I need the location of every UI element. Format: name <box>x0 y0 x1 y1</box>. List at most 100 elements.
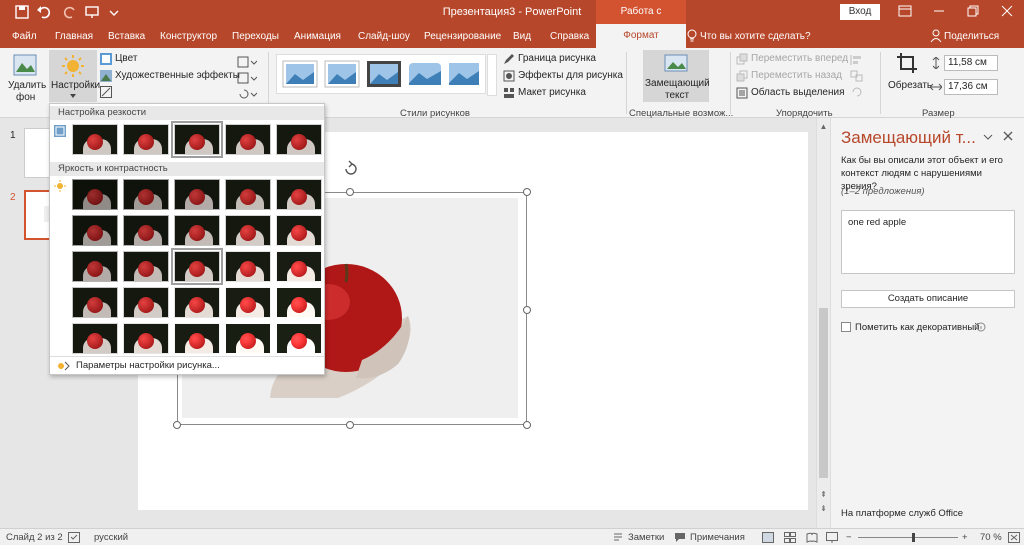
thumbnail-apple <box>138 333 154 349</box>
correction-thumbnail[interactable] <box>123 215 169 246</box>
fit-to-window-icon[interactable] <box>1008 532 1020 543</box>
height-field[interactable]: 11,58 см <box>944 55 998 71</box>
resize-handle[interactable] <box>346 188 354 196</box>
correction-thumbnail[interactable] <box>225 215 271 246</box>
language-indicator[interactable]: русский <box>94 532 128 543</box>
correction-thumbnail[interactable] <box>225 179 271 210</box>
restore-icon[interactable] <box>966 4 980 18</box>
correction-thumbnail[interactable] <box>225 323 271 354</box>
share-button[interactable]: Поделиться <box>944 31 999 42</box>
scroll-next-slide-icon[interactable]: ⇟ <box>818 504 829 513</box>
resize-handle[interactable] <box>346 421 354 429</box>
tab-animations[interactable]: Анимация <box>294 31 341 42</box>
zoom-level[interactable]: 70 % <box>980 532 1002 543</box>
zoom-out-button[interactable]: − <box>846 532 852 543</box>
tab-format[interactable]: Формат <box>596 24 686 48</box>
rotate-icon[interactable] <box>850 86 864 98</box>
correction-thumbnail[interactable] <box>276 179 322 210</box>
alt-text-input[interactable]: one red apple <box>841 210 1015 274</box>
correction-thumbnail[interactable] <box>225 124 271 155</box>
correction-thumbnail[interactable] <box>276 251 322 282</box>
minimize-icon[interactable] <box>932 4 946 18</box>
tab-insert[interactable]: Вставка <box>108 31 145 42</box>
generate-description-button[interactable]: Создать описание <box>841 290 1015 308</box>
ribbon-display-options-icon[interactable] <box>898 4 912 18</box>
group-objects-icon[interactable] <box>850 70 864 82</box>
correction-thumbnail[interactable] <box>276 124 322 155</box>
transparency-icon[interactable] <box>100 86 112 98</box>
correction-thumbnail[interactable] <box>72 179 118 210</box>
correction-thumbnail[interactable] <box>174 323 220 354</box>
correction-thumbnail[interactable] <box>123 251 169 282</box>
tell-me-search[interactable]: Что вы хотите сделать? <box>700 31 811 42</box>
correction-thumbnail[interactable] <box>171 121 223 158</box>
tab-home[interactable]: Главная <box>55 31 93 42</box>
change-picture-icon[interactable] <box>237 72 257 84</box>
group-separator <box>626 52 627 114</box>
picture-styles-gallery[interactable] <box>276 54 486 94</box>
slideshow-view-icon[interactable] <box>826 532 838 543</box>
correction-thumbnail[interactable] <box>174 179 220 210</box>
correction-thumbnail[interactable] <box>72 124 118 155</box>
align-icon[interactable] <box>850 54 864 66</box>
correction-thumbnail[interactable] <box>225 287 271 318</box>
correction-thumbnail[interactable] <box>276 215 322 246</box>
correction-thumbnail[interactable] <box>123 287 169 318</box>
remove-background-button[interactable]: Удалить фон <box>6 52 46 103</box>
correction-thumbnail[interactable] <box>174 215 220 246</box>
alt-text-button[interactable]: Замещающий текст <box>643 50 710 102</box>
normal-view-icon[interactable] <box>762 532 774 543</box>
styles-scroll[interactable] <box>487 54 497 96</box>
zoom-slider-thumb[interactable] <box>912 533 915 542</box>
correction-thumbnail[interactable] <box>276 287 322 318</box>
slide-sorter-icon[interactable] <box>784 532 796 543</box>
crop-button[interactable]: Обрезать <box>886 52 932 102</box>
resize-handle[interactable] <box>523 306 531 314</box>
correction-thumbnail[interactable] <box>72 323 118 354</box>
comments-button[interactable]: Примечания <box>690 532 745 543</box>
correction-thumbnail[interactable] <box>171 248 223 285</box>
sign-in-button[interactable]: Вход <box>840 4 880 20</box>
sharpen-icon <box>54 125 66 137</box>
correction-thumbnail[interactable] <box>123 179 169 210</box>
correction-thumbnail[interactable] <box>225 251 271 282</box>
corrections-button[interactable]: Настройки <box>49 50 100 102</box>
scroll-prev-slide-icon[interactable]: ⇞ <box>818 490 829 499</box>
pane-options-icon[interactable] <box>983 132 993 142</box>
correction-thumbnail[interactable] <box>72 287 118 318</box>
picture-corrections-options-link[interactable]: Параметры настройки рисунка... <box>76 360 220 371</box>
close-window-icon[interactable] <box>1000 4 1014 18</box>
zoom-slider[interactable] <box>858 537 958 538</box>
resize-handle[interactable] <box>523 421 531 429</box>
spelling-check-icon[interactable] <box>68 532 80 543</box>
correction-thumbnail[interactable] <box>276 323 322 354</box>
correction-thumbnail[interactable] <box>72 215 118 246</box>
width-field[interactable]: 17,36 см <box>944 79 998 95</box>
rotate-handle-icon[interactable] <box>342 160 360 178</box>
reading-view-icon[interactable] <box>806 532 818 543</box>
tab-transitions[interactable]: Переходы <box>232 31 279 42</box>
tab-review[interactable]: Рецензирование <box>424 31 501 42</box>
resize-handle[interactable] <box>173 421 181 429</box>
tab-help[interactable]: Справка <box>550 31 589 42</box>
info-icon[interactable] <box>976 322 986 332</box>
reset-picture-icon[interactable] <box>237 88 257 100</box>
resize-handle[interactable] <box>523 188 531 196</box>
zoom-in-button[interactable]: + <box>962 532 968 543</box>
decorative-checkbox[interactable] <box>841 322 851 332</box>
tab-design[interactable]: Конструктор <box>160 31 217 42</box>
notes-button[interactable]: Заметки <box>628 532 664 543</box>
scroll-up-icon[interactable]: ▲ <box>818 122 829 131</box>
tab-slideshow[interactable]: Слайд-шоу <box>358 31 410 42</box>
correction-thumbnail[interactable] <box>123 124 169 155</box>
tab-file[interactable]: Файл <box>12 31 37 42</box>
correction-thumbnail[interactable] <box>72 251 118 282</box>
close-pane-icon[interactable] <box>1003 131 1013 141</box>
compress-pictures-icon[interactable] <box>237 56 257 68</box>
picture-style-thumbnails[interactable] <box>281 59 481 89</box>
tab-view[interactable]: Вид <box>513 31 531 42</box>
scroll-thumb[interactable] <box>819 308 828 478</box>
correction-thumbnail[interactable] <box>123 323 169 354</box>
vertical-scrollbar[interactable]: ▲ ⇞ ⇟ <box>816 118 830 528</box>
correction-thumbnail[interactable] <box>174 287 220 318</box>
